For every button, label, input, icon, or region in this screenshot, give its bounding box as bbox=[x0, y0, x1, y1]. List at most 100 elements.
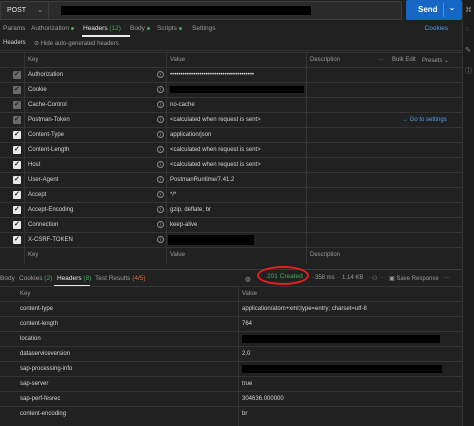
row-value[interactable]: PostmanRuntime/7.41.2 bbox=[170, 177, 234, 183]
more-icon[interactable]: ··· bbox=[378, 57, 384, 63]
tab-authorization[interactable]: Authorization bbox=[31, 25, 74, 32]
table-row: location bbox=[0, 331, 462, 346]
table-row[interactable]: Accept-Encoding i gzip, deflate, br bbox=[0, 202, 462, 217]
row-checkbox[interactable] bbox=[13, 160, 21, 169]
info-icon[interactable]: i bbox=[157, 221, 164, 228]
empty-description[interactable]: Description bbox=[310, 252, 340, 258]
tab-scripts[interactable]: Scripts bbox=[157, 25, 182, 32]
resp-tab-test-results[interactable]: Test Results (4/5) bbox=[95, 275, 146, 282]
info-icon[interactable]: i bbox=[157, 206, 164, 213]
info-icon[interactable]: ⓘ bbox=[465, 66, 472, 76]
table-row[interactable]: Content-Type i application/json bbox=[0, 127, 462, 142]
row-key[interactable]: Accept bbox=[28, 192, 46, 198]
row-checkbox[interactable] bbox=[13, 220, 21, 229]
row-key[interactable]: Cache-Control bbox=[28, 102, 67, 108]
method-select[interactable]: POST ⌄ bbox=[0, 1, 48, 20]
table-row[interactable]: X-CSRF-TOKEN i bbox=[0, 232, 462, 247]
row-checkbox[interactable] bbox=[13, 190, 21, 199]
tab-settings[interactable]: Settings bbox=[192, 25, 216, 32]
row-checkbox[interactable] bbox=[13, 175, 21, 184]
info-icon[interactable]: i bbox=[157, 71, 164, 78]
status-dot-icon bbox=[70, 26, 74, 30]
table-row[interactable]: Cache-Control i no-cache bbox=[0, 97, 462, 112]
table-row[interactable]: Connection i keep-alive bbox=[0, 217, 462, 232]
row-checkbox[interactable] bbox=[13, 70, 21, 79]
info-icon[interactable]: i bbox=[157, 236, 164, 243]
row-value[interactable]: <calculated when request is sent> bbox=[170, 147, 261, 153]
row-value[interactable]: gzip, deflate, br bbox=[170, 207, 211, 213]
row-checkbox[interactable] bbox=[13, 115, 21, 124]
info-icon[interactable]: i bbox=[157, 191, 164, 198]
row-key[interactable]: Content-Length bbox=[28, 147, 69, 153]
row-checkbox[interactable] bbox=[13, 130, 21, 139]
tab-body[interactable]: Body bbox=[130, 25, 150, 32]
row-value: 764 bbox=[242, 321, 253, 327]
row-key[interactable]: X-CSRF-TOKEN bbox=[28, 237, 73, 243]
save-response-button[interactable]: ▣ Save Response bbox=[389, 275, 439, 282]
bulk-edit-button[interactable]: Bulk Edit bbox=[392, 57, 416, 63]
row-checkbox[interactable] bbox=[13, 145, 21, 154]
table-row[interactable]: Content-Length i <calculated when request … bbox=[0, 142, 462, 157]
row-key[interactable]: Authorization bbox=[28, 72, 63, 78]
row-value[interactable]: •••••••••••••••••••••••••••••••••••••••• bbox=[170, 72, 254, 78]
send-button[interactable]: Send ⌄ bbox=[406, 0, 462, 20]
info-icon[interactable]: i bbox=[157, 86, 164, 93]
tab-body-label: Body bbox=[130, 25, 145, 32]
info-icon[interactable]: i bbox=[157, 146, 164, 153]
url-input[interactable] bbox=[48, 1, 402, 20]
arrow-right-icon: → bbox=[402, 117, 410, 123]
network-icon[interactable]: ⚇ bbox=[372, 275, 377, 282]
table-row[interactable]: Host i <calculated when request is sent> bbox=[0, 157, 462, 172]
comment-icon[interactable]: ◌ bbox=[465, 26, 469, 33]
row-value[interactable]: <calculated when request is sent> bbox=[170, 117, 261, 123]
table-row[interactable]: Accept i */* bbox=[0, 187, 462, 202]
row-checkbox[interactable] bbox=[13, 205, 21, 214]
row-key[interactable]: Connection bbox=[28, 222, 58, 228]
go-to-settings-link[interactable]: → Go to settings bbox=[402, 117, 447, 123]
tab-headers[interactable]: Headers (12) bbox=[83, 25, 121, 32]
info-icon[interactable]: i bbox=[157, 161, 164, 168]
empty-row[interactable]: Key Value Description bbox=[0, 247, 462, 262]
presets-button[interactable]: Presets ⌄ bbox=[422, 57, 449, 64]
info-icon[interactable]: i bbox=[157, 131, 164, 138]
cookies-link[interactable]: Cookies bbox=[425, 25, 448, 32]
response-time[interactable]: 358 ms bbox=[315, 275, 335, 281]
table-row: sap-processing-info bbox=[0, 361, 462, 376]
row-key[interactable]: Content-Type bbox=[28, 132, 64, 138]
info-icon[interactable]: i bbox=[157, 116, 164, 123]
hide-auto-headers-toggle[interactable]: ⊘ Hide auto-generated headers bbox=[34, 40, 119, 47]
row-key[interactable]: Accept-Encoding bbox=[28, 207, 73, 213]
info-icon[interactable]: i bbox=[157, 176, 164, 183]
globe-icon[interactable]: ◍ bbox=[245, 275, 251, 283]
empty-key[interactable]: Key bbox=[28, 252, 38, 258]
row-checkbox[interactable] bbox=[13, 85, 21, 94]
column-value: Value bbox=[242, 291, 257, 297]
table-row[interactable]: Postman-Token i <calculated when request i… bbox=[0, 112, 462, 127]
row-value[interactable]: application/json bbox=[170, 132, 211, 138]
table-row[interactable]: User-Agent i PostmanRuntime/7.41.2 bbox=[0, 172, 462, 187]
more-icon[interactable]: ··· bbox=[444, 275, 450, 281]
tab-params[interactable]: Params bbox=[3, 25, 25, 32]
resp-tab-body[interactable]: Body bbox=[0, 275, 15, 282]
row-value[interactable]: no-cache bbox=[170, 102, 195, 108]
table-row[interactable]: Authorization i ••••••••••••••••••••••••••… bbox=[0, 67, 462, 82]
row-key[interactable]: User-Agent bbox=[28, 177, 58, 183]
info-icon[interactable]: i bbox=[157, 101, 164, 108]
row-checkbox[interactable] bbox=[13, 235, 21, 244]
row-key[interactable]: Postman-Token bbox=[28, 117, 70, 123]
table-row[interactable]: Cookie i bbox=[0, 82, 462, 97]
code-icon[interactable]: ⌘ bbox=[465, 6, 472, 14]
edit-icon[interactable]: ✎ bbox=[465, 46, 471, 54]
row-key[interactable]: Cookie bbox=[28, 87, 47, 93]
row-value[interactable]: <calculated when request is sent> bbox=[170, 162, 261, 168]
row-key: sap-processing-info bbox=[20, 366, 73, 372]
resp-tab-headers[interactable]: Headers (8) bbox=[57, 275, 91, 282]
resp-tab-cookies[interactable]: Cookies (2) bbox=[19, 275, 52, 282]
row-value[interactable]: */* bbox=[170, 192, 176, 198]
row-checkbox[interactable] bbox=[13, 100, 21, 109]
response-size[interactable]: 1.14 KB bbox=[342, 275, 363, 281]
row-key[interactable]: Host bbox=[28, 162, 40, 168]
chevron-down-icon[interactable]: ⌄ bbox=[449, 4, 455, 12]
row-value[interactable]: keep-alive bbox=[170, 222, 197, 228]
empty-value[interactable]: Value bbox=[170, 252, 185, 258]
